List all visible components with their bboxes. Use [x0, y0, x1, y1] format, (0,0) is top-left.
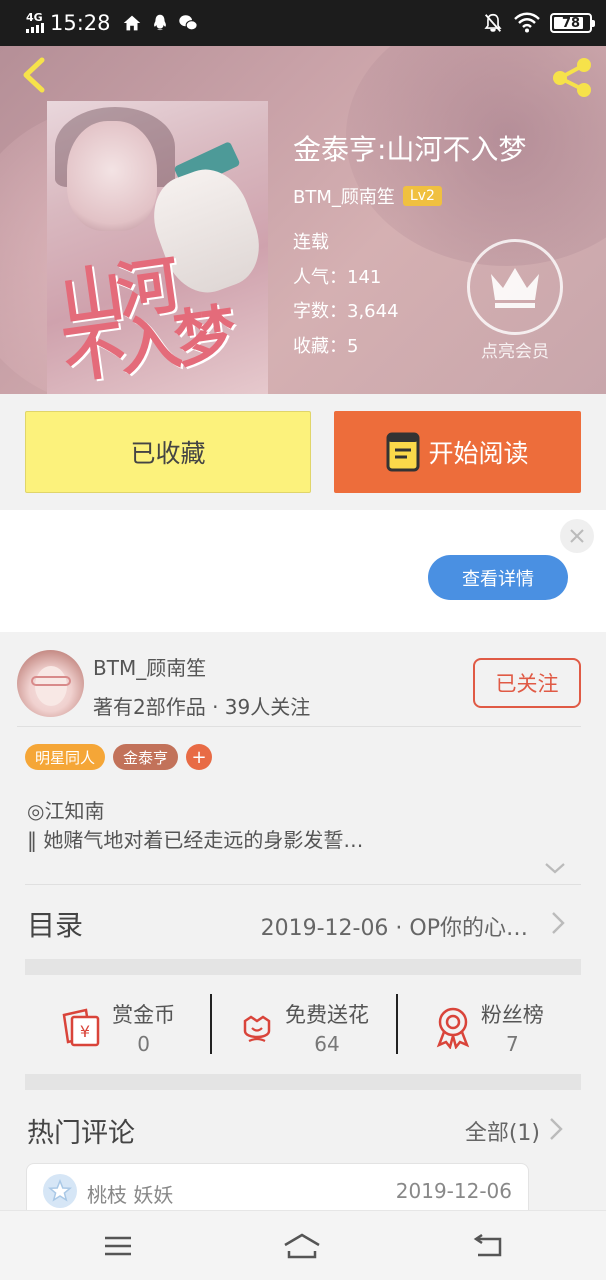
add-tag-button[interactable]: +	[186, 744, 213, 770]
battery-icon: 78	[550, 13, 595, 33]
wifi-icon	[514, 12, 540, 33]
reward-label: 赏金币	[112, 1002, 176, 1027]
cover-title-art: 山河 不入梦	[56, 248, 236, 393]
menu-icon[interactable]	[98, 1231, 138, 1261]
reward-value: 64	[314, 1031, 340, 1056]
qq-icon	[153, 14, 166, 31]
clock: 15:28	[50, 11, 111, 35]
star-icon	[48, 1179, 72, 1202]
table-of-contents-row[interactable]: 目录 2019-12-06 · OP你的心…	[0, 886, 606, 960]
vip-label: 点亮会员	[481, 342, 549, 362]
comment-date: 2019-12-06	[395, 1179, 512, 1203]
author-card-name[interactable]: BTM_顾南笙	[93, 652, 206, 681]
reward-label: 免费送花	[284, 1002, 369, 1027]
home-icon	[123, 15, 140, 31]
ad-banner: 查看详情	[0, 510, 606, 632]
tag-star-fanfic[interactable]: 明星同人	[25, 744, 106, 770]
hot-comments-title: 热门评论	[27, 1118, 135, 1149]
toc-label: 目录	[27, 909, 84, 942]
book-cover[interactable]: 山河 不入梦	[47, 101, 268, 394]
author-name[interactable]: BTM_顾南笙	[293, 183, 395, 209]
tag-list: 明星同人 金泰亨 +	[25, 744, 213, 770]
system-nav-bar	[0, 1210, 606, 1280]
rewards-bar: ¥ 赏金币 0 免费送花 64 粉丝榜 7	[25, 990, 581, 1064]
chevron-right-icon	[552, 912, 565, 934]
author-stats: 著有2部作品 · 39人关注	[93, 695, 311, 719]
battery-level: 78	[561, 15, 581, 31]
section-separator	[25, 1074, 581, 1090]
fan-ranking-button[interactable]: 粉丝榜 7	[395, 990, 581, 1064]
coin-envelope-icon: ¥	[62, 1008, 100, 1047]
favorite-count: 收藏：5	[293, 336, 359, 357]
wechat-icon	[178, 15, 198, 31]
reward-label: 粉丝榜	[480, 1002, 544, 1027]
send-flower-button[interactable]: 免费送花 64	[210, 990, 395, 1064]
crown-icon	[467, 239, 563, 335]
favorited-button[interactable]: 已收藏	[25, 411, 311, 493]
close-icon	[570, 529, 584, 543]
followed-button[interactable]: 已关注	[473, 658, 581, 708]
serial-status: 连载	[293, 232, 329, 253]
commenter-name[interactable]: 桃枝 妖妖	[87, 1179, 173, 1208]
commenter-avatar[interactable]	[43, 1174, 77, 1208]
word-count: 字数：3,644	[293, 301, 399, 322]
book-header: 山河 不入梦 金泰亨:山河不入梦 BTM_顾南笙 Lv2 连载 人气：141 字…	[0, 46, 606, 394]
book-title: 金泰亨:山河不入梦	[293, 133, 527, 166]
popularity-count: 人气：141	[293, 267, 382, 288]
start-reading-button[interactable]: 开始阅读	[334, 411, 581, 493]
signal-bars-icon	[26, 23, 44, 33]
ad-close-button[interactable]	[560, 519, 594, 553]
medal-icon	[436, 1007, 470, 1049]
svg-text:¥: ¥	[80, 1022, 90, 1041]
latest-chapter: 2019-12-06 · OP你的心…	[260, 916, 528, 941]
mute-bell-icon	[484, 13, 502, 32]
all-comments-link[interactable]: 全部(1)	[465, 1115, 540, 1147]
level-badge: Lv2	[402, 186, 442, 206]
expand-synopsis-chevron-down-icon[interactable]	[541, 858, 569, 878]
action-bar: 已收藏 开始阅读	[0, 394, 606, 510]
share-button[interactable]	[548, 54, 596, 100]
comment-card[interactable]: 桃枝 妖妖 2019-12-06	[26, 1163, 529, 1213]
reward-value: 0	[137, 1031, 151, 1056]
synopsis-line: ◎江知南	[27, 799, 105, 823]
status-bar: 4G 15:28 78	[0, 0, 606, 46]
chevron-right-icon[interactable]	[548, 1116, 564, 1142]
signal-indicator: 4G	[26, 11, 44, 33]
network-type: 4G	[26, 11, 43, 24]
view-details-button[interactable]: 查看详情	[428, 555, 568, 600]
back-nav-icon[interactable]	[468, 1231, 508, 1261]
divider	[25, 884, 581, 885]
author-row: BTM_顾南笙 Lv2	[293, 183, 442, 209]
reward-coins-button[interactable]: ¥ 赏金币 0	[25, 990, 210, 1064]
flower-icon	[243, 1015, 271, 1042]
start-reading-label: 开始阅读	[428, 439, 529, 468]
synopsis-line: ‖ 她赌气地对着已经走远的身影发誓…	[27, 828, 364, 852]
vip-membership-button[interactable]: 点亮会员	[467, 239, 563, 362]
author-avatar[interactable]	[17, 650, 84, 717]
synopsis: ◎江知南 ‖ 她赌气地对着已经走远的身影发誓…	[27, 797, 363, 855]
tag-character[interactable]: 金泰亨	[113, 744, 179, 770]
home-nav-icon[interactable]	[282, 1231, 322, 1261]
back-button[interactable]	[14, 52, 54, 98]
book-icon	[386, 432, 420, 472]
section-separator	[25, 959, 581, 975]
reward-value: 7	[505, 1031, 519, 1056]
divider	[17, 726, 581, 727]
